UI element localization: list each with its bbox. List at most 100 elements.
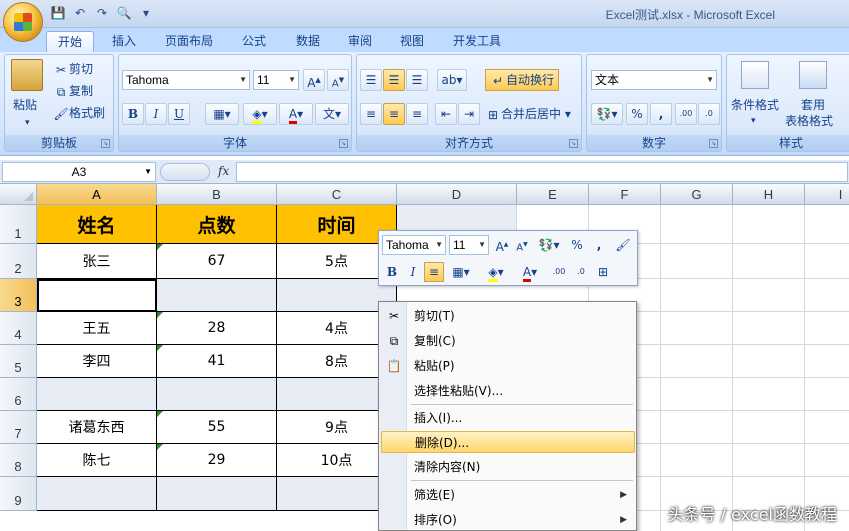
data-cell[interactable]: 28: [157, 312, 277, 345]
column-header-a[interactable]: A: [37, 184, 157, 205]
data-cell[interactable]: [37, 378, 157, 411]
paste-dropdown-icon[interactable]: ▾: [25, 113, 30, 133]
align-center-icon[interactable]: ≡: [383, 103, 405, 125]
align-middle-icon[interactable]: ☰: [383, 69, 405, 91]
percent-button[interactable]: %: [626, 103, 648, 125]
merge-center-button[interactable]: ⊞ 合并后居中 ▾: [485, 104, 571, 124]
mini-decrease-decimal-icon[interactable]: .0: [571, 262, 591, 282]
number-format-combo[interactable]: 文本 ▼: [591, 70, 717, 90]
underline-button[interactable]: U: [168, 103, 190, 125]
tab-data[interactable]: 数据: [286, 31, 330, 52]
data-cell[interactable]: [157, 279, 277, 312]
formula-input[interactable]: [236, 162, 848, 182]
copy-button[interactable]: ⧉ 复制: [53, 81, 93, 101]
data-cell[interactable]: 29: [157, 444, 277, 477]
undo-icon[interactable]: ↶: [72, 5, 88, 21]
column-header-e[interactable]: E: [517, 184, 589, 205]
row-header-4[interactable]: 4: [0, 312, 37, 345]
mini-font-combo[interactable]: Tahoma ▼: [382, 235, 446, 255]
header-cell[interactable]: 姓名: [37, 205, 157, 244]
data-cell[interactable]: 67: [157, 244, 277, 279]
row-header-1[interactable]: 1: [0, 205, 37, 244]
mini-italic-button[interactable]: I: [403, 262, 423, 282]
accounting-format-button[interactable]: 💱▾: [591, 103, 623, 125]
mini-shrink-font-icon[interactable]: A▼: [512, 235, 532, 255]
conditional-format-icon[interactable]: [741, 61, 769, 89]
clipboard-launcher-icon[interactable]: ↘: [101, 139, 110, 148]
select-all-button[interactable]: [0, 184, 37, 205]
office-button[interactable]: [3, 2, 43, 42]
row-header-9[interactable]: 9: [0, 477, 37, 511]
data-cell[interactable]: 陈七: [37, 444, 157, 477]
increase-decimal-button[interactable]: .00: [675, 103, 697, 125]
font-size-combo[interactable]: 11 ▼: [253, 70, 299, 90]
mini-size-combo[interactable]: 11 ▼: [449, 235, 489, 255]
column-header-i[interactable]: I: [805, 184, 849, 205]
conditional-dropdown-icon[interactable]: ▾: [751, 111, 756, 131]
mini-fill-color-icon[interactable]: ◈▾: [481, 262, 511, 282]
orientation-button[interactable]: ab▾: [437, 69, 467, 91]
grow-font-button[interactable]: A▲: [303, 69, 325, 91]
column-header-f[interactable]: F: [589, 184, 661, 205]
mini-format-painter-icon[interactable]: 🖌: [613, 235, 633, 255]
data-cell[interactable]: 王五: [37, 312, 157, 345]
active-cell[interactable]: [37, 279, 157, 312]
align-left-icon[interactable]: ≡: [360, 103, 382, 125]
data-cell[interactable]: 李四: [37, 345, 157, 378]
data-cell[interactable]: 诸葛东西: [37, 411, 157, 444]
paste-icon[interactable]: [11, 59, 43, 91]
mini-accounting-icon[interactable]: 💱▾: [534, 235, 564, 255]
align-bottom-icon[interactable]: ☰: [406, 69, 428, 91]
decrease-indent-icon[interactable]: ⇤: [435, 103, 457, 125]
mini-grow-font-icon[interactable]: A▲: [492, 235, 512, 255]
menu-item-filter[interactable]: 筛选(E) ▶: [381, 484, 635, 506]
data-cell[interactable]: 55: [157, 411, 277, 444]
column-header-h[interactable]: H: [733, 184, 805, 205]
fill-color-button[interactable]: ◈▾: [243, 103, 277, 125]
alignment-launcher-icon[interactable]: ↘: [569, 139, 578, 148]
increase-indent-icon[interactable]: ⇥: [458, 103, 480, 125]
mini-comma-icon[interactable]: ,: [589, 235, 609, 255]
tab-page-layout[interactable]: 页面布局: [158, 31, 220, 52]
mini-borders-icon[interactable]: ▦▾: [447, 262, 475, 282]
cut-button[interactable]: ✂ 剪切: [53, 59, 93, 79]
format-painter-button[interactable]: 🖌格式刷: [53, 103, 105, 123]
tab-developer[interactable]: 开发工具: [444, 31, 510, 52]
bold-button[interactable]: B: [122, 103, 144, 125]
align-right-icon[interactable]: ≡: [406, 103, 428, 125]
mini-font-color-button[interactable]: A▾: [515, 262, 545, 282]
shrink-font-button[interactable]: A▼: [327, 69, 349, 91]
menu-item-cut[interactable]: ✂ 剪切(T): [381, 305, 635, 327]
save-icon[interactable]: 💾: [50, 5, 66, 21]
mini-percent-icon[interactable]: %: [567, 235, 587, 255]
format-as-table-line2[interactable]: 表格格式: [785, 111, 833, 131]
tab-formulas[interactable]: 公式: [232, 31, 276, 52]
data-cell[interactable]: 41: [157, 345, 277, 378]
insert-function-icon[interactable]: fx: [218, 164, 229, 178]
column-header-d[interactable]: D: [397, 184, 517, 205]
align-top-icon[interactable]: ☰: [360, 69, 382, 91]
print-preview-icon[interactable]: 🔍: [116, 5, 132, 21]
font-name-combo[interactable]: Tahoma ▼: [122, 70, 250, 90]
data-cell[interactable]: 张三: [37, 244, 157, 279]
menu-item-clear-contents[interactable]: 清除内容(N): [381, 456, 635, 478]
data-cell[interactable]: [157, 378, 277, 411]
menu-item-paste[interactable]: 📋 粘贴(P): [381, 355, 635, 377]
row-header-7[interactable]: 7: [0, 411, 37, 444]
data-cell[interactable]: [157, 477, 277, 511]
borders-button[interactable]: ▦▾: [205, 103, 239, 125]
row-header-3[interactable]: 3: [0, 279, 37, 312]
row-header-8[interactable]: 8: [0, 444, 37, 477]
menu-item-paste-special[interactable]: 选择性粘贴(V)...: [381, 380, 635, 402]
number-launcher-icon[interactable]: ↘: [709, 139, 718, 148]
column-header-c[interactable]: C: [277, 184, 397, 205]
tab-review[interactable]: 审阅: [338, 31, 382, 52]
wrap-text-button[interactable]: ↵ 自动换行: [485, 69, 560, 91]
font-launcher-icon[interactable]: ↘: [339, 139, 348, 148]
column-header-b[interactable]: B: [157, 184, 277, 205]
format-as-table-icon[interactable]: [799, 61, 827, 89]
phonetic-button[interactable]: 文▾: [315, 103, 349, 125]
menu-item-sort[interactable]: 排序(O) ▶: [381, 509, 635, 530]
mini-bold-button[interactable]: B: [382, 262, 402, 282]
row-header-2[interactable]: 2: [0, 244, 37, 279]
